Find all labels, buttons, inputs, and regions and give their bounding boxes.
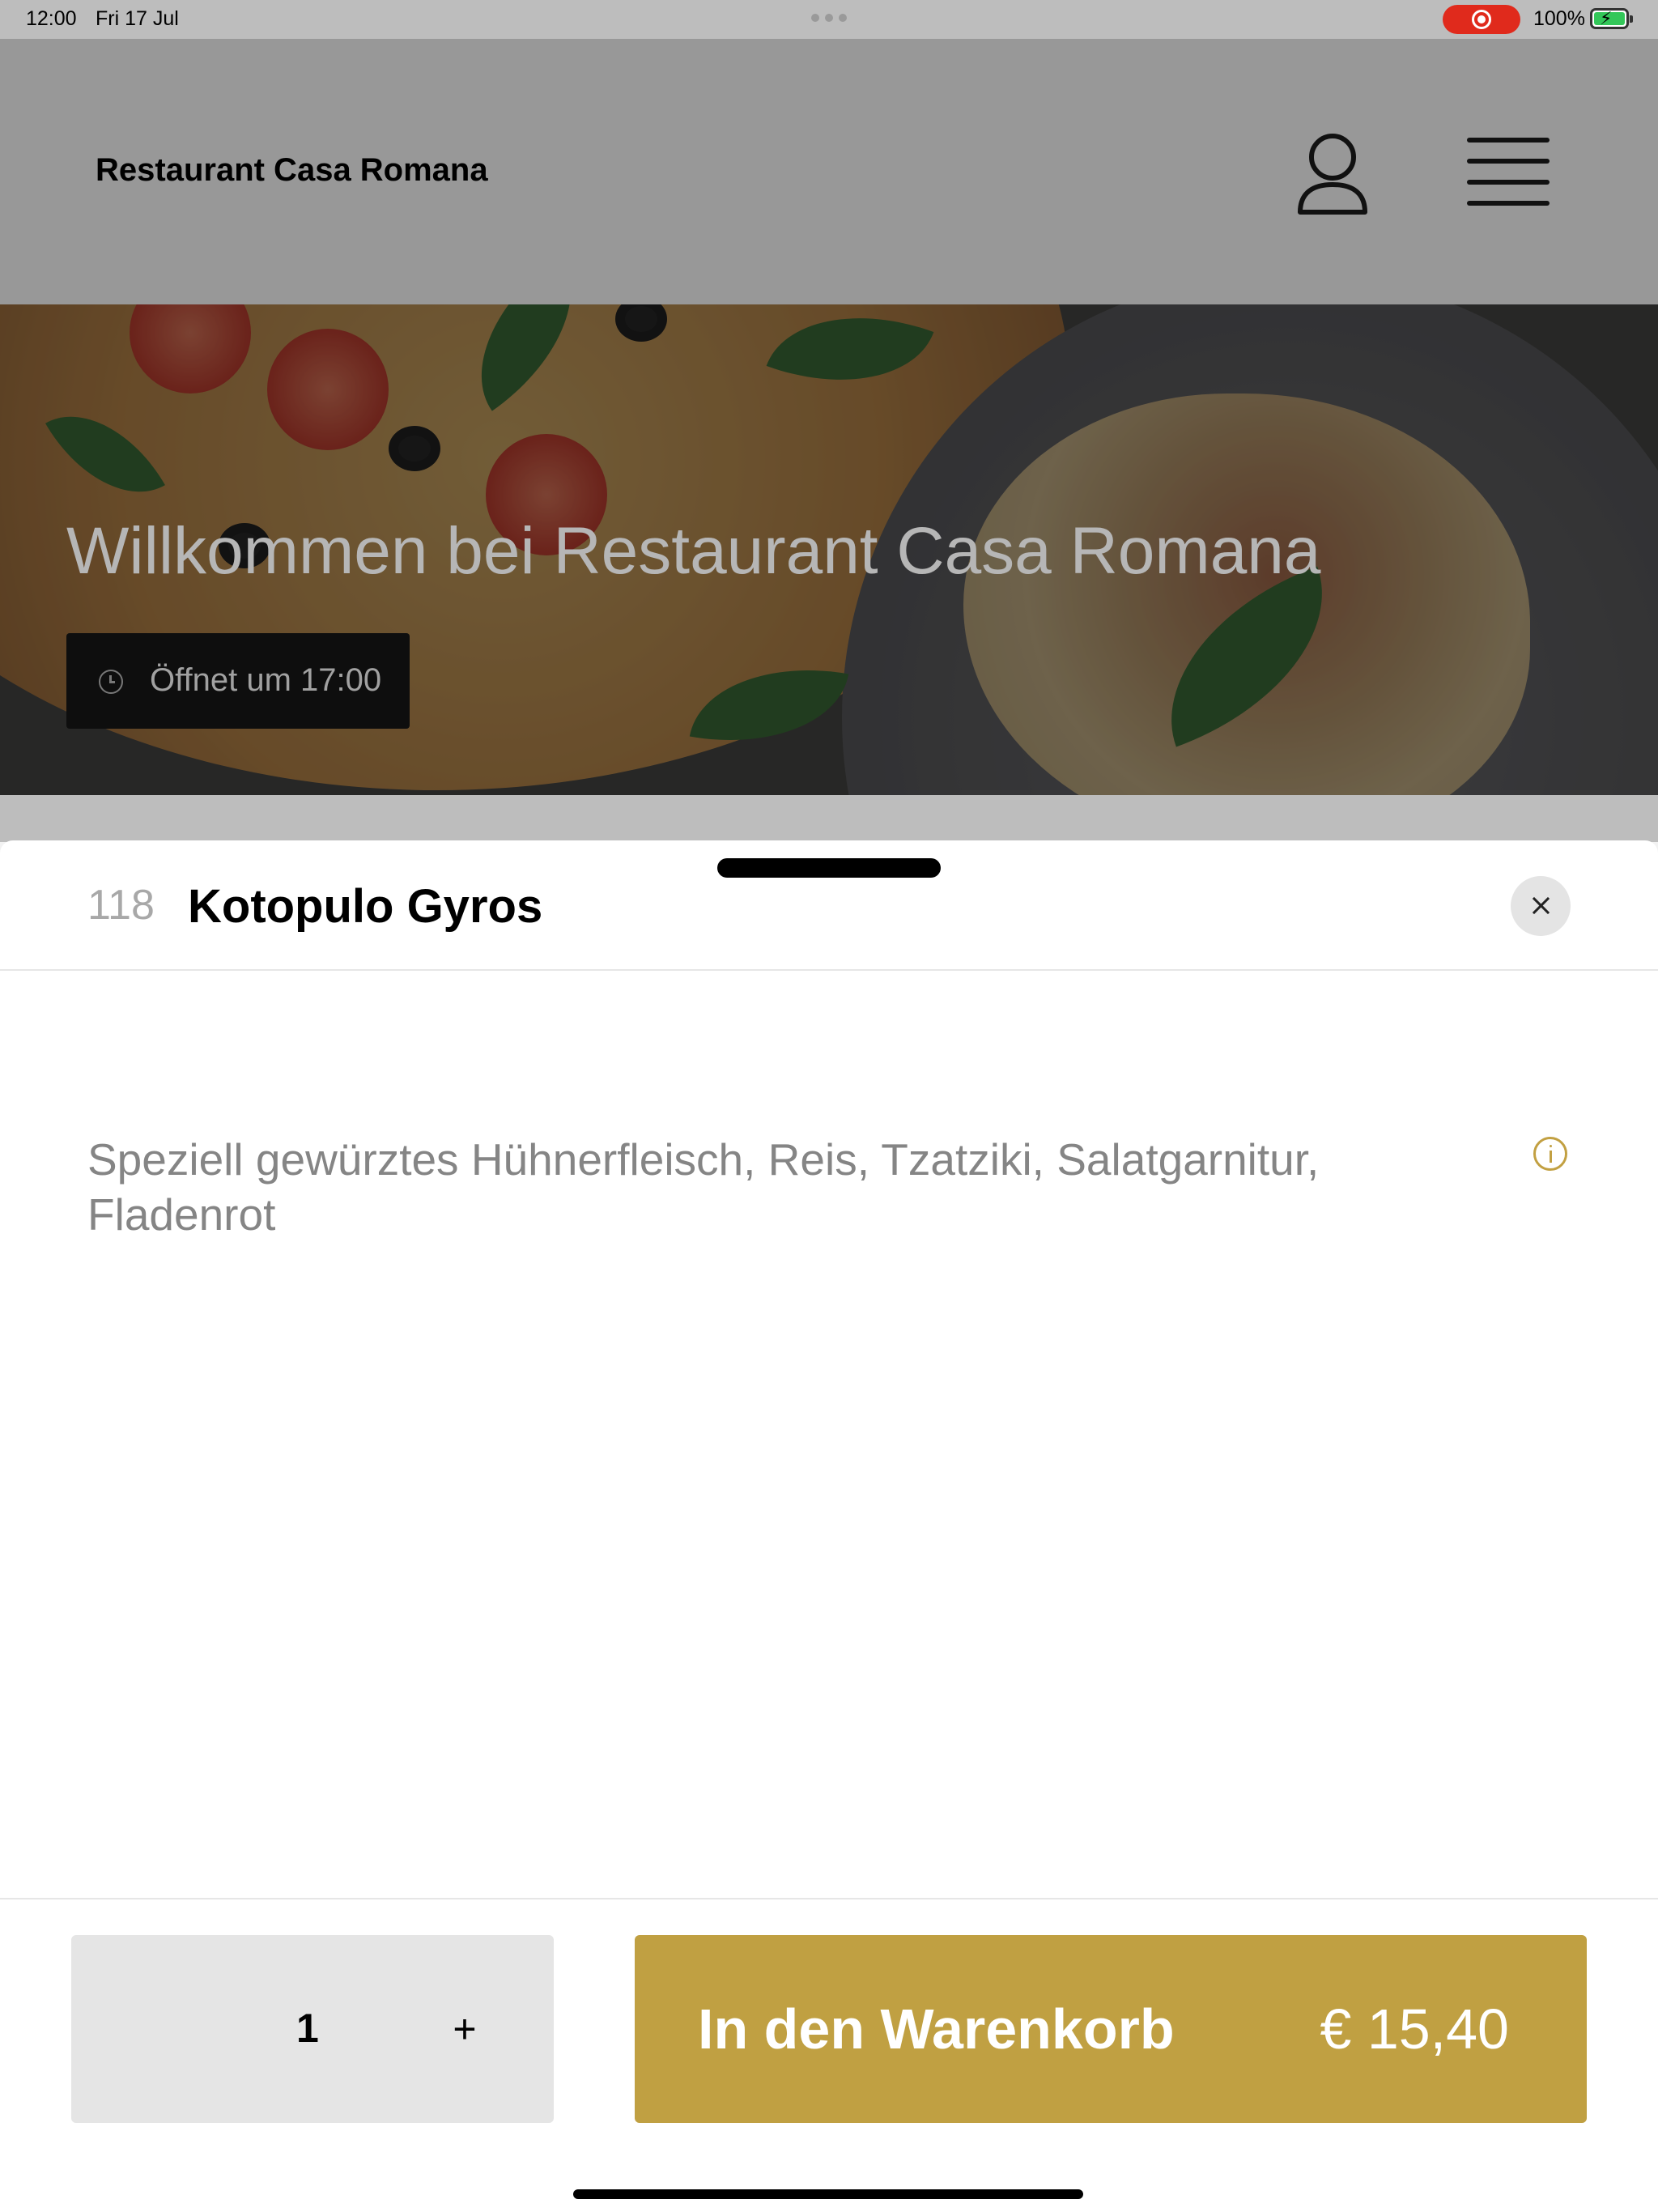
status-date: Fri 17 Jul bbox=[96, 7, 179, 30]
home-indicator[interactable] bbox=[573, 2189, 1083, 2199]
item-description: Speziell gewürztes Hühnerfleisch, Reis, … bbox=[87, 1134, 1320, 1240]
divider bbox=[0, 969, 1658, 971]
increment-button[interactable]: + bbox=[440, 2005, 489, 2053]
modal-backdrop[interactable] bbox=[0, 0, 1658, 842]
multitasking-dots-icon[interactable] bbox=[811, 14, 847, 22]
info-icon[interactable] bbox=[1533, 1137, 1567, 1171]
price-label: € 15,40 bbox=[1320, 1997, 1509, 2061]
status-time: 12:00 bbox=[26, 7, 77, 30]
app-page: Restaurant Casa Romana bbox=[0, 0, 1658, 2212]
quantity-stepper: 1 + bbox=[71, 1935, 554, 2123]
add-to-cart-button[interactable]: In den Warenkorb € 15,40 bbox=[635, 1935, 1587, 2123]
divider bbox=[0, 1898, 1658, 1899]
close-button[interactable] bbox=[1511, 876, 1571, 936]
battery-percentage: 100% bbox=[1533, 7, 1585, 30]
product-sheet: 118 Kotopulo Gyros Speziell gewürztes Hü… bbox=[0, 840, 1658, 2212]
item-number: 118 bbox=[87, 882, 155, 929]
sheet-grabber[interactable] bbox=[717, 858, 941, 878]
charging-bolt-icon: ⚡ bbox=[1600, 8, 1613, 28]
add-to-cart-label: In den Warenkorb bbox=[698, 1997, 1175, 2061]
screen-recording-icon[interactable] bbox=[1443, 5, 1520, 34]
status-bar: 12:00 Fri 17 Jul 100% ⚡ bbox=[0, 0, 1658, 39]
item-name: Kotopulo Gyros bbox=[188, 880, 543, 933]
quantity-value: 1 bbox=[296, 2006, 319, 2051]
